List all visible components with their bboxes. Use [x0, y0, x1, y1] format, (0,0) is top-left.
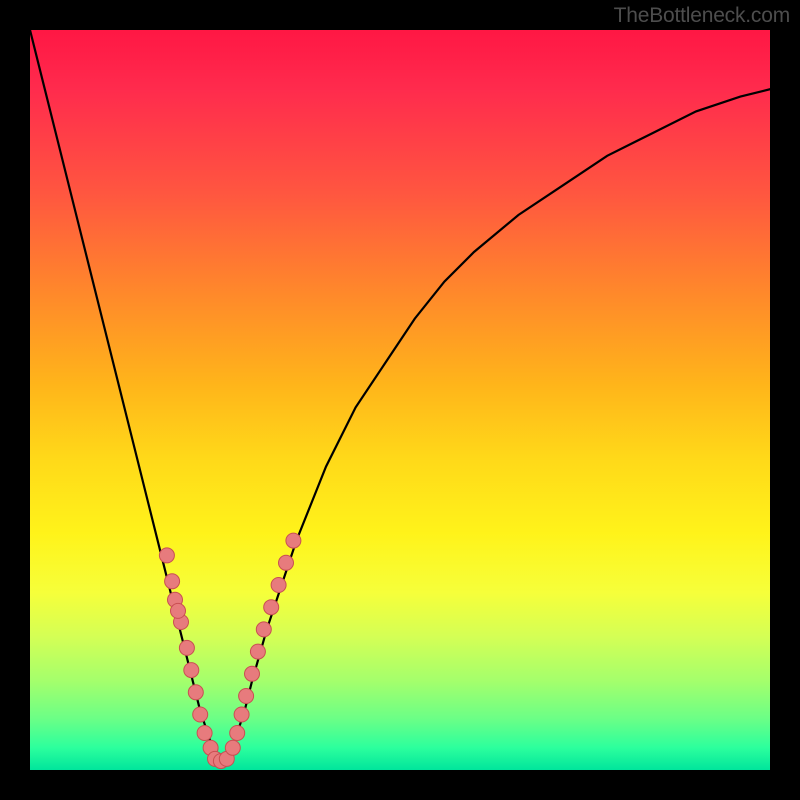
data-dot	[271, 578, 286, 593]
data-dot	[184, 663, 199, 678]
data-dot	[230, 726, 245, 741]
plot-area	[30, 30, 770, 770]
outer-frame: TheBottleneck.com	[0, 0, 800, 800]
scatter-dots	[159, 533, 301, 769]
data-dot	[250, 644, 265, 659]
data-dot	[286, 533, 301, 548]
data-dot	[188, 685, 203, 700]
watermark-text: TheBottleneck.com	[614, 4, 790, 28]
bottleneck-curve	[30, 30, 770, 763]
data-dot	[264, 600, 279, 615]
data-dot	[245, 666, 260, 681]
data-dot	[197, 726, 212, 741]
data-dot	[165, 574, 180, 589]
data-dot	[256, 622, 271, 637]
data-dot	[171, 603, 186, 618]
data-dot	[225, 740, 240, 755]
data-dot	[279, 555, 294, 570]
data-dot	[234, 707, 249, 722]
data-dot	[239, 689, 254, 704]
data-dot	[159, 548, 174, 563]
data-dot	[193, 707, 208, 722]
chart-svg	[30, 30, 770, 770]
data-dot	[179, 640, 194, 655]
